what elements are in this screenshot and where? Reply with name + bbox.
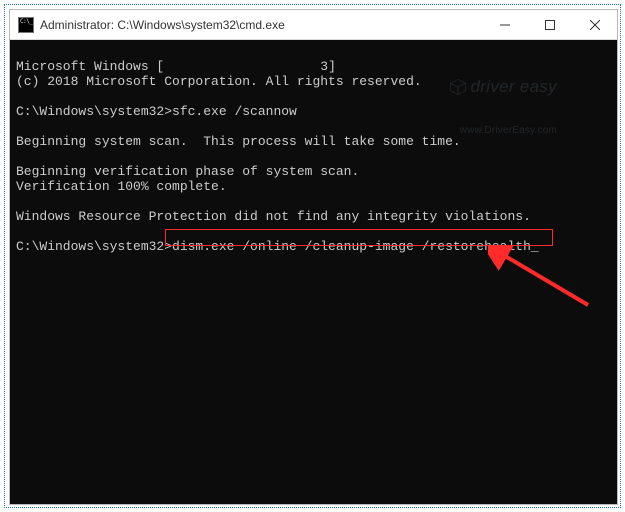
console-line: Windows Resource Protection did not find… <box>16 209 531 224</box>
console-line: Verification 100% complete. <box>16 179 227 194</box>
cmd-icon <box>18 17 34 33</box>
prompt: C:\Windows\system32> <box>16 104 172 119</box>
annotation-arrow-icon <box>488 245 598 315</box>
typed-command: dism.exe /online /cleanup-image /restore… <box>172 239 531 254</box>
console-line: C:\Windows\system32>dism.exe /online /cl… <box>16 239 539 254</box>
close-button[interactable] <box>572 10 617 39</box>
minimize-icon <box>500 20 510 30</box>
titlebar[interactable]: Administrator: C:\Windows\system32\cmd.e… <box>10 10 617 40</box>
console-line: C:\Windows\system32>sfc.exe /scannow <box>16 104 297 119</box>
minimize-button[interactable] <box>482 10 527 39</box>
maximize-icon <box>545 20 555 30</box>
console-line: Beginning verification phase of system s… <box>16 164 359 179</box>
window-controls <box>482 10 617 39</box>
cube-icon <box>449 78 467 96</box>
console-line: Microsoft Windows [ 3] <box>16 59 336 74</box>
cursor: _ <box>531 239 539 254</box>
typed-command: sfc.exe /scannow <box>172 104 297 119</box>
watermark-brand: driver easy <box>471 80 557 94</box>
prompt: C:\Windows\system32> <box>16 239 172 254</box>
console-line: (c) 2018 Microsoft Corporation. All righ… <box>16 74 422 89</box>
window-title: Administrator: C:\Windows\system32\cmd.e… <box>40 18 482 32</box>
cmd-window: Administrator: C:\Windows\system32\cmd.e… <box>9 9 618 505</box>
maximize-button[interactable] <box>527 10 572 39</box>
screenshot-frame: Administrator: C:\Windows\system32\cmd.e… <box>4 4 621 508</box>
console-line: Beginning system scan. This process will… <box>16 134 461 149</box>
close-icon <box>590 20 600 30</box>
watermark-url: www.DriverEasy.com <box>449 124 557 138</box>
watermark: driver easy www.DriverEasy.com <box>449 50 557 166</box>
console-area[interactable]: Microsoft Windows [ 3] (c) 2018 Microsof… <box>10 40 617 504</box>
